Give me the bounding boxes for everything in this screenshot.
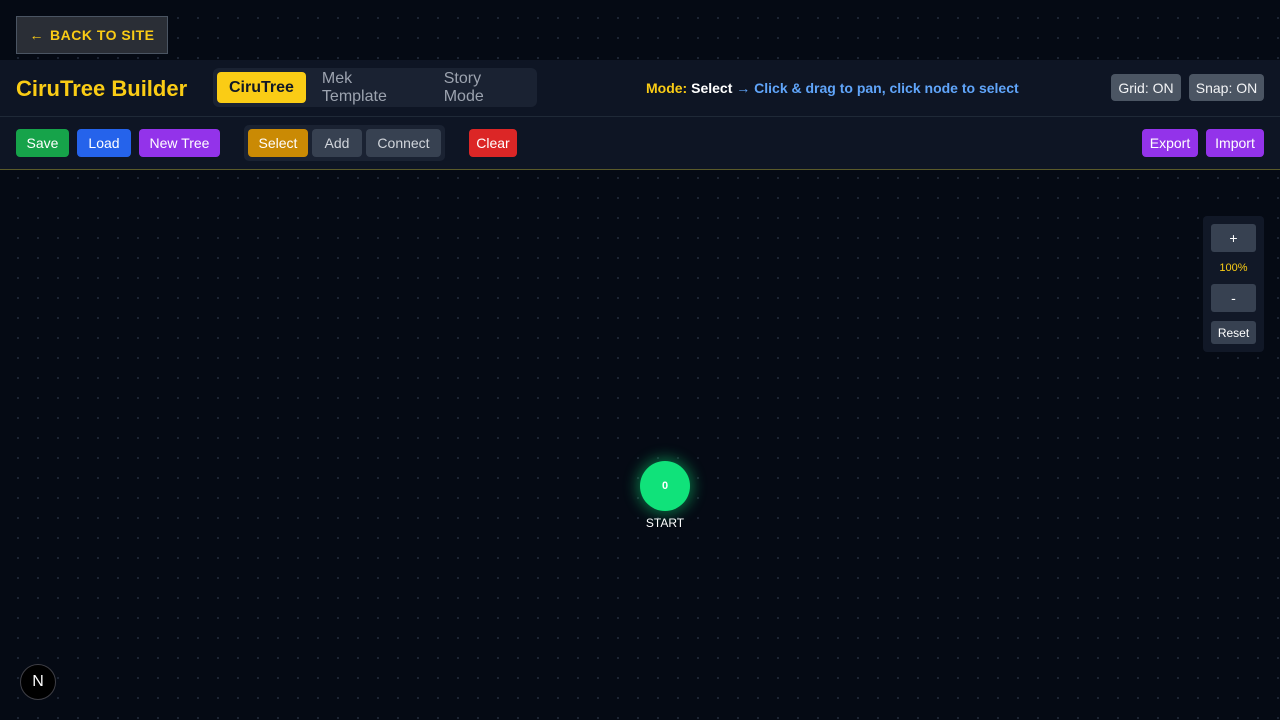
grid-toggle-button[interactable]: Grid: ON (1111, 74, 1181, 101)
new-tree-button[interactable]: New Tree (139, 129, 220, 157)
load-button[interactable]: Load (77, 129, 131, 157)
add-mode-button[interactable]: Add (312, 129, 362, 157)
mode-indicator: Mode: Select → Click & drag to pan, clic… (646, 80, 1019, 96)
start-node[interactable]: 0 (640, 461, 690, 511)
tab-cirutree[interactable]: CiruTree (217, 72, 306, 103)
mode-label: Mode: (646, 80, 688, 96)
import-button[interactable]: Import (1206, 129, 1264, 157)
mode-hint: → Click & drag to pan, click node to sel… (736, 80, 1019, 96)
n-logo-badge[interactable]: N (20, 664, 56, 700)
toolbar: Save Load New Tree Select Add Connect Cl… (0, 117, 1280, 170)
tab-mek-template[interactable]: Mek Template (310, 70, 428, 105)
back-to-site-label: BACK TO SITE (49, 27, 155, 43)
export-button[interactable]: Export (1142, 129, 1198, 157)
arrow-left-icon: ← (29, 27, 44, 43)
back-to-site-button[interactable]: ← BACK TO SITE (16, 16, 168, 54)
zoom-controls: + 100% - Reset (1203, 216, 1264, 352)
clear-button[interactable]: Clear (469, 129, 517, 157)
connect-mode-button[interactable]: Connect (366, 129, 441, 157)
zoom-reset-button[interactable]: Reset (1211, 321, 1256, 344)
app-title: CiruTree Builder (16, 76, 188, 101)
zoom-out-button[interactable]: - (1211, 284, 1256, 312)
save-button[interactable]: Save (16, 129, 69, 157)
app-header: CiruTree Builder CiruTree Mek Template S… (0, 60, 1280, 117)
mode-selector: Select Add Connect (244, 125, 445, 161)
mode-value: Select (691, 80, 733, 96)
zoom-in-button[interactable]: + (1211, 224, 1256, 252)
tab-story-mode[interactable]: Story Mode (432, 70, 533, 105)
zoom-level: 100% (1219, 262, 1248, 274)
template-tabs: CiruTree Mek Template Story Mode (213, 68, 537, 107)
snap-toggle-button[interactable]: Snap: ON (1189, 74, 1264, 101)
start-node-label: START (645, 516, 685, 530)
select-mode-button[interactable]: Select (248, 129, 308, 157)
